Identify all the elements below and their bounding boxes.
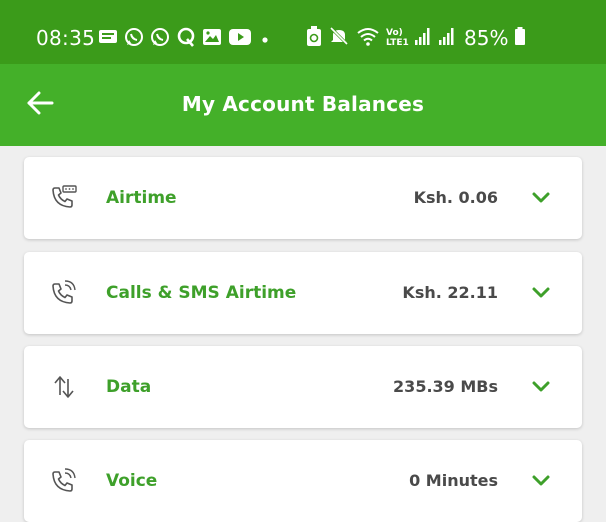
- chevron-down-icon[interactable]: [530, 470, 552, 492]
- wifi-icon: [356, 26, 380, 50]
- signal-strength-icon: [438, 26, 456, 50]
- notification-icons: [98, 27, 272, 51]
- balance-card-voice[interactable]: Voice 0 Minutes: [24, 440, 582, 522]
- youtube-icon: [228, 28, 252, 50]
- page-title: My Account Balances: [181, 92, 425, 116]
- mute-icon: [328, 25, 350, 51]
- balance-card-data[interactable]: Data 235.39 MBs: [24, 346, 582, 428]
- balance-value: Ksh. 22.11: [402, 283, 498, 302]
- message-icon: [98, 28, 118, 50]
- chevron-down-icon[interactable]: [530, 187, 552, 209]
- battery-percentage: 85%: [464, 26, 509, 50]
- battery-saver-icon: [306, 25, 322, 51]
- system-status-icons: Vo) LTE1 85%: [306, 26, 526, 50]
- chevron-down-icon[interactable]: [530, 282, 552, 304]
- phone-dial-icon: [50, 184, 78, 212]
- app-bar: My Account Balances: [0, 64, 606, 146]
- balance-card-airtime[interactable]: Airtime Ksh. 0.06: [24, 157, 582, 239]
- balance-label: Data: [106, 377, 152, 397]
- more-notifications-dot-icon: [258, 30, 272, 49]
- balance-value: 0 Minutes: [409, 471, 498, 490]
- gallery-icon: [202, 28, 222, 50]
- data-transfer-icon: [50, 373, 78, 401]
- volte-lte-icon: Vo) LTE1: [386, 28, 409, 48]
- balance-card-calls-sms[interactable]: Calls & SMS Airtime Ksh. 22.11: [24, 252, 582, 334]
- status-bar: 08:35 Vo) LTE1 85%: [0, 0, 606, 64]
- balance-value: 235.39 MBs: [393, 377, 498, 396]
- balance-label: Airtime: [106, 188, 177, 208]
- battery-icon: [514, 26, 526, 50]
- balance-value: Ksh. 0.06: [413, 188, 498, 207]
- whatsapp-icon: [124, 27, 144, 51]
- whatsapp-icon: [150, 27, 170, 51]
- signal-strength-icon: [414, 26, 432, 50]
- balance-label: Voice: [106, 471, 158, 491]
- chevron-down-icon[interactable]: [530, 376, 552, 398]
- balance-label: Calls & SMS Airtime: [106, 283, 297, 303]
- phone-call-icon: [50, 467, 78, 495]
- q-app-icon: [176, 27, 196, 51]
- status-time: 08:35: [36, 26, 96, 50]
- phone-call-icon: [50, 279, 78, 307]
